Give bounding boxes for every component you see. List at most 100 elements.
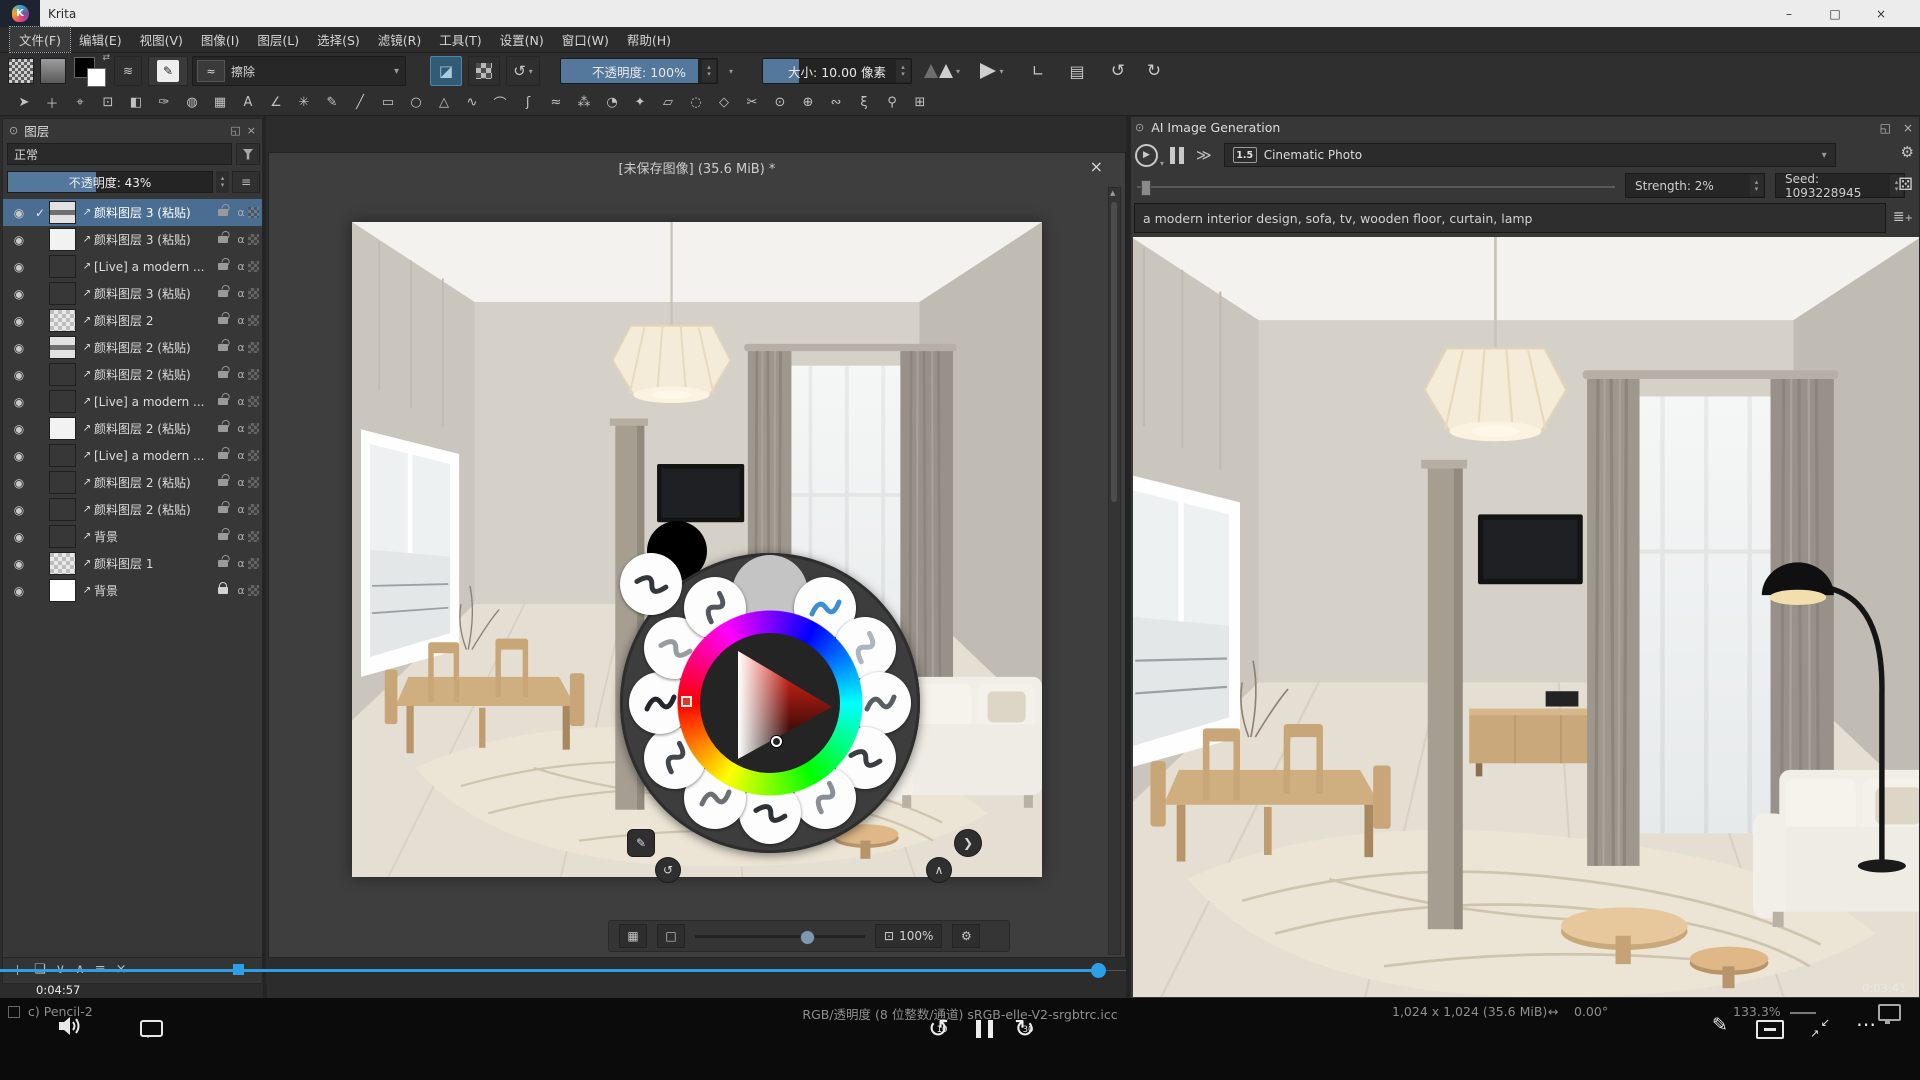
visibility-eye-icon[interactable]: ◉ (7, 260, 31, 274)
inherit-alpha-icon[interactable] (248, 288, 259, 299)
tool-button[interactable]: ≈ (544, 91, 568, 113)
visibility-eye-icon[interactable]: ◉ (7, 530, 31, 544)
layers-stack-icon[interactable]: ≣+ (1893, 209, 1913, 225)
inherit-alpha-icon[interactable] (248, 342, 259, 353)
tool-button[interactable]: △ (432, 91, 456, 113)
more-options-icon[interactable]: ⋯ (1856, 1012, 1876, 1036)
tool-button[interactable]: ◌ (684, 91, 708, 113)
eraser-mode-button[interactable]: ◪ (430, 56, 462, 86)
visibility-eye-icon[interactable]: ◉ (7, 422, 31, 436)
progress-handle[interactable] (1091, 963, 1106, 978)
rewind-10-button[interactable]: ↺10 (928, 1016, 956, 1044)
strength-spinbox[interactable]: Strength: 2% ▴▾ (1625, 173, 1765, 198)
layer-lock-icon[interactable] (218, 263, 228, 270)
monitor-icon[interactable] (1878, 1004, 1901, 1021)
tool-button[interactable]: ⌒ (488, 91, 512, 113)
size-spinner[interactable]: ▴▾ (896, 60, 910, 82)
menu-item[interactable]: 选择(S) (308, 27, 369, 52)
layer-row[interactable]: ◉ ✓ ↗ 颜料图层 3 (粘贴) α (3, 199, 262, 226)
menu-item[interactable]: 图像(I) (192, 27, 248, 52)
visibility-eye-icon[interactable]: ◉ (7, 476, 31, 490)
alpha-lock-icon[interactable]: α (234, 422, 248, 435)
layer-lock-icon[interactable] (218, 344, 228, 351)
layer-opacity-spinner[interactable]: ▴▾ (216, 171, 229, 193)
background-color[interactable] (87, 68, 106, 87)
blend-mode-dropdown[interactable]: 正常 (7, 143, 232, 165)
layer-row[interactable]: ◉ ↗ 颜料图层 3 (粘贴) α (3, 226, 262, 253)
brush-editor-button[interactable]: ✎ (148, 56, 188, 86)
menu-item[interactable]: 图层(L) (248, 27, 308, 52)
inherit-alpha-icon[interactable] (248, 423, 259, 434)
layer-lock-icon[interactable] (218, 317, 228, 324)
alpha-lock-icon[interactable]: α (234, 368, 248, 381)
mirror-view-button[interactable]: ▦ (619, 924, 647, 948)
pause-button[interactable] (1170, 147, 1184, 164)
menu-item[interactable]: 滤镜(R) (369, 27, 430, 52)
menu-item[interactable]: 窗口(W) (553, 27, 618, 52)
inherit-alpha-icon[interactable] (248, 531, 259, 542)
inherit-alpha-icon[interactable] (248, 396, 259, 407)
prompt-input[interactable]: a modern interior design, sofa, tv, wood… (1134, 203, 1886, 233)
layer-lock-icon[interactable] (218, 371, 228, 378)
size-slider[interactable]: 大小: 10.00 像素 ▴▾ (762, 58, 912, 84)
inherit-alpha-icon[interactable] (248, 477, 259, 488)
mirror-axis-button[interactable]: ∟ (1024, 56, 1052, 86)
comment-toggle-icon[interactable] (140, 1020, 163, 1037)
tool-button[interactable]: ▭ (376, 91, 400, 113)
layer-row[interactable]: ◉ ↗ 颜料图层 2 α (3, 307, 262, 334)
layer-row[interactable]: ◉ ↗ 颜料图层 2 (粘贴) α (3, 496, 262, 523)
layer-row[interactable]: ◉ ↗ 颜料图层 1 α (3, 550, 262, 577)
layer-lock-icon[interactable] (218, 290, 228, 297)
style-preset-dropdown[interactable]: 1.5 Cinematic Photo ▾ (1224, 143, 1836, 167)
alpha-lock-icon[interactable]: α (234, 233, 248, 246)
canvas-settings-button[interactable]: ⚙ (952, 924, 980, 948)
alpha-lock-icon[interactable]: α (234, 449, 248, 462)
visibility-eye-icon[interactable]: ◉ (7, 503, 31, 517)
zoom-slider-handle[interactable] (800, 930, 815, 945)
menu-item[interactable]: 编辑(E) (70, 27, 131, 52)
canvas-vertical-scrollbar[interactable]: ▲ (1108, 187, 1121, 955)
document-close-button[interactable]: × (1090, 157, 1103, 176)
layer-lock-icon[interactable] (218, 506, 228, 513)
undo-button[interactable]: ↺ (1104, 56, 1132, 86)
inherit-alpha-icon[interactable] (248, 585, 259, 596)
float-docker-icon[interactable]: ◱ (230, 124, 240, 137)
hue-marker[interactable] (681, 696, 692, 707)
tool-button[interactable]: ✂ (740, 91, 764, 113)
inherit-alpha-icon[interactable] (248, 207, 259, 218)
alpha-lock-icon[interactable]: α (234, 476, 248, 489)
menu-item[interactable]: 工具(T) (430, 27, 490, 52)
scroll-presets-up-button[interactable]: ∧ (926, 857, 952, 883)
tool-button[interactable]: ∾ (824, 91, 848, 113)
preserve-alpha-button[interactable] (468, 56, 500, 86)
new-view-button[interactable]: □ (657, 924, 685, 948)
visibility-eye-icon[interactable]: ◉ (7, 341, 31, 355)
tool-button[interactable]: ∿ (460, 91, 484, 113)
tool-button[interactable]: ✎ (320, 91, 344, 113)
foreground-background-colors[interactable]: ⇄ (74, 57, 108, 87)
opacity-dropdown-button[interactable]: ▾ (722, 56, 740, 86)
layer-row[interactable]: ◉ ↗ [Live] a modern ... α (3, 388, 262, 415)
tool-button[interactable]: ξ (852, 91, 876, 113)
alpha-lock-icon[interactable]: α (234, 206, 248, 219)
keyboard-panel-icon[interactable] (1756, 1020, 1784, 1039)
layer-lock-icon[interactable] (218, 560, 228, 567)
tool-button[interactable]: ○ (404, 91, 428, 113)
tool-button[interactable]: ◍ (180, 91, 204, 113)
strength-slider[interactable] (1137, 186, 1615, 188)
inherit-alpha-icon[interactable] (248, 450, 259, 461)
layer-row[interactable]: ◉ ↗ 颜料图层 2 (粘贴) α (3, 334, 262, 361)
queue-icon[interactable]: ≫ (1196, 146, 1212, 164)
layer-row[interactable]: ◉ ↗ 颜料图层 3 (粘贴) α (3, 280, 262, 307)
tool-button[interactable]: ◔ (600, 91, 624, 113)
brush-options-button[interactable]: ≋ (114, 56, 142, 86)
menu-item[interactable]: 视图(V) (131, 27, 192, 52)
tool-button[interactable]: ✳ (292, 91, 316, 113)
tool-button[interactable]: ⊞ (908, 91, 932, 113)
tool-button[interactable]: ⊡ (96, 91, 120, 113)
horizontal-mirror-button[interactable]: ▾ (922, 56, 962, 86)
layer-lock-icon[interactable] (218, 587, 228, 594)
tool-button[interactable]: ⁂ (572, 91, 596, 113)
alpha-lock-icon[interactable]: α (234, 503, 248, 516)
inherit-alpha-icon[interactable] (248, 261, 259, 272)
